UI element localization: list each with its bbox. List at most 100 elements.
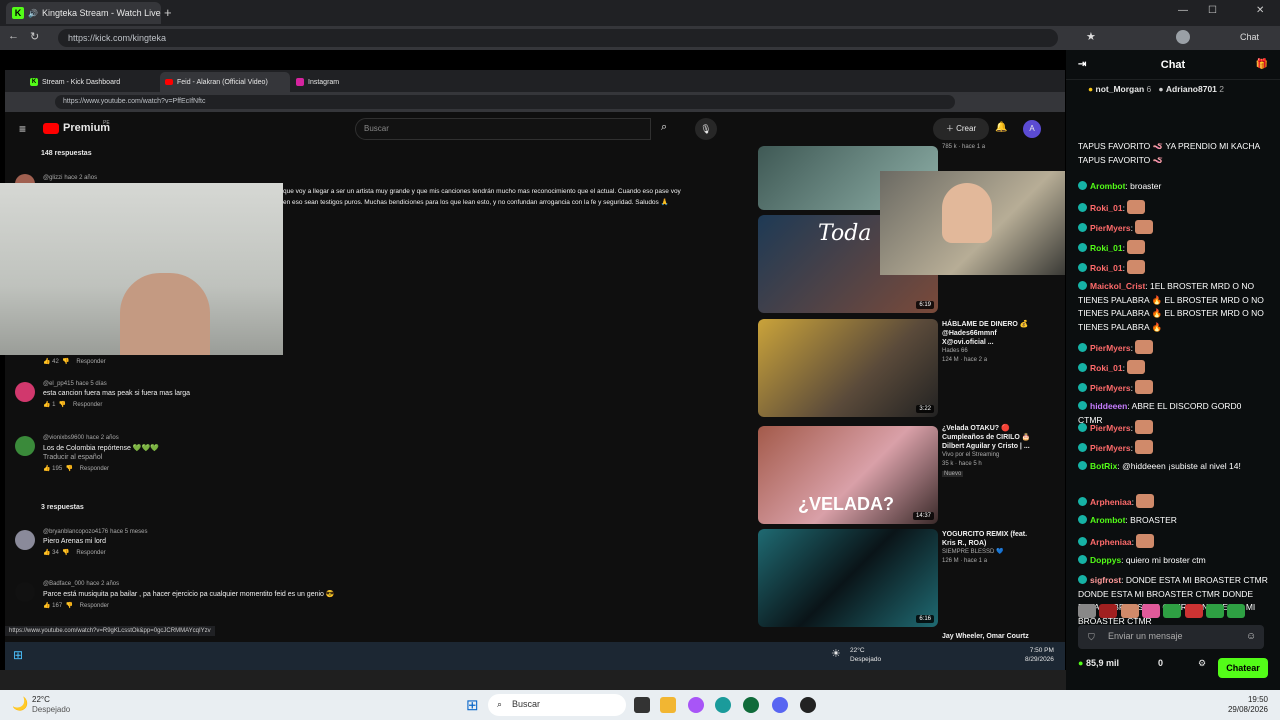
collapse-chat-icon[interactable]: ⇥ xyxy=(1078,50,1086,80)
minimize-button[interactable]: — xyxy=(1178,5,1188,16)
settings-icon[interactable]: ⚙ xyxy=(1198,658,1206,669)
new-tab-button[interactable]: + xyxy=(164,5,172,20)
profile-avatar[interactable] xyxy=(1176,30,1190,44)
app-icon[interactable] xyxy=(800,697,816,713)
emote-icon[interactable] xyxy=(1163,604,1182,618)
chat-username[interactable]: PierMyers xyxy=(1090,383,1131,393)
like-icon[interactable]: 👍 xyxy=(43,402,52,408)
back-icon[interactable]: ← xyxy=(8,30,19,42)
comment-author[interactable]: @vionixbs9600 xyxy=(43,435,84,441)
reply-button[interactable]: Responder xyxy=(80,603,109,609)
dislike-icon[interactable]: 👎 xyxy=(62,359,69,365)
chat-username[interactable]: PierMyers xyxy=(1090,343,1131,353)
inner-tab-instagram[interactable]: Instagram xyxy=(291,72,421,92)
video-title[interactable]: Jay Wheeler, Omar Courtz xyxy=(942,632,1042,641)
search-icon[interactable]: ⌕ xyxy=(661,121,667,134)
youtube-logo[interactable] xyxy=(43,123,59,134)
chat-username[interactable]: sigfrost xyxy=(1090,575,1121,585)
chat-input[interactable]: Enviar un mensaje xyxy=(1078,625,1264,649)
comment-author[interactable]: @Badface_000 xyxy=(43,581,84,587)
like-icon[interactable]: 👍 xyxy=(43,603,52,609)
reload-icon[interactable]: ↻ xyxy=(30,30,39,43)
emote-icon[interactable] xyxy=(1142,604,1161,618)
bell-icon[interactable]: 🔔 xyxy=(995,122,1007,133)
send-chat-button[interactable]: Chatear xyxy=(1218,658,1268,678)
discord-icon[interactable] xyxy=(772,697,788,713)
copilot-icon[interactable] xyxy=(688,697,704,713)
chat-username[interactable]: PierMyers xyxy=(1090,443,1131,453)
like-icon[interactable]: 👍 xyxy=(43,359,52,365)
video-title[interactable]: YOGURCITO REMIX (feat. Kris R., ROA) xyxy=(942,530,1042,548)
dislike-icon[interactable]: 👎 xyxy=(62,550,69,556)
emote-icon[interactable] xyxy=(1099,604,1118,618)
inner-tab-kick[interactable]: K Stream - Kick Dashboard xyxy=(25,72,155,92)
taskview-icon[interactable] xyxy=(634,697,650,713)
star-icon[interactable]: ★ xyxy=(1086,30,1096,43)
dislike-icon[interactable]: 👎 xyxy=(66,603,73,609)
like-icon[interactable]: 👍 xyxy=(43,550,52,556)
emote-icon[interactable] xyxy=(1120,604,1139,618)
chat-username[interactable]: Arombot xyxy=(1090,515,1125,525)
maximize-button[interactable]: ☐ xyxy=(1208,5,1217,16)
chat-username[interactable]: PierMyers xyxy=(1090,423,1131,433)
dislike-icon[interactable]: 👎 xyxy=(66,466,73,472)
replies-toggle[interactable]: 148 respuestas xyxy=(41,150,92,157)
translate-link[interactable]: Traducir al español xyxy=(43,454,743,461)
account-avatar[interactable]: A xyxy=(1023,120,1041,138)
video-channel[interactable]: SIEMPRE BLESSD 💙 xyxy=(942,548,1042,557)
chat-username[interactable]: Roki_01 xyxy=(1090,363,1123,373)
chat-username[interactable]: Arpheniaa xyxy=(1090,497,1132,507)
chat-username[interactable]: Maickol_Crist xyxy=(1090,281,1145,291)
menu-icon[interactable]: ≡ xyxy=(19,122,26,136)
emoji-icon[interactable]: ☺ xyxy=(1246,631,1256,642)
edge-icon[interactable] xyxy=(715,697,731,713)
comment-author[interactable]: @el_pp415 xyxy=(43,381,74,387)
chat-username[interactable]: Roki_01 xyxy=(1090,243,1123,253)
chat-username[interactable]: Roki_01 xyxy=(1090,203,1123,213)
video-thumbnail[interactable]: ¿VELADA? 14:37 xyxy=(758,426,938,524)
reply-button[interactable]: Responder xyxy=(76,359,105,365)
close-window-button[interactable]: ✕ xyxy=(1256,5,1264,16)
dislike-icon[interactable]: 👎 xyxy=(59,402,66,408)
emote-icon[interactable] xyxy=(1184,604,1203,618)
explorer-icon[interactable] xyxy=(660,697,676,713)
inner-tab-youtube[interactable]: Feid - Alakran (Official Video) xyxy=(160,72,290,92)
video-title[interactable]: HÁBLAME DE DINERO 💰 @Hades66mmnf X@ovi.o… xyxy=(942,320,1042,347)
reply-button[interactable]: Responder xyxy=(80,466,109,472)
replies-toggle[interactable]: 3 respuestas xyxy=(41,504,84,511)
chat-username[interactable]: Doppys xyxy=(1090,555,1121,565)
video-thumbnail[interactable]: 6:16 xyxy=(758,529,938,627)
chat-username[interactable]: Arpheniaa xyxy=(1090,537,1132,547)
reply-button[interactable]: Responder xyxy=(76,550,105,556)
reply-button[interactable]: Responder xyxy=(73,402,102,408)
video-channel[interactable]: Vivo por el Streaming xyxy=(942,451,1042,460)
chat-username[interactable]: Arombot xyxy=(1090,181,1125,191)
chat-username[interactable]: Roki_01 xyxy=(1090,263,1123,273)
video-thumbnail[interactable]: 3:22 xyxy=(758,319,938,417)
emote-icon[interactable] xyxy=(1206,604,1225,618)
app-icon[interactable] xyxy=(743,697,759,713)
youtube-search-input[interactable]: Buscar xyxy=(355,118,651,140)
create-button[interactable]: ＋ Crear xyxy=(933,118,989,140)
video-title[interactable]: ¿Velada OTAKU? 🔴 Cumpleaños de CIRILO 🎂 … xyxy=(942,424,1042,451)
comment-author[interactable]: @glizzi xyxy=(43,175,62,181)
windows-icon[interactable]: ⊞ xyxy=(13,648,23,662)
inner-url[interactable]: https://www.youtube.com/watch?v=PffEcIfN… xyxy=(55,95,955,109)
like-icon[interactable]: 👍 xyxy=(43,466,52,472)
browser-tab[interactable]: K 🔊 Kingteka Stream - Watch Live ✕ xyxy=(6,2,161,24)
gift-icon[interactable]: 🎁 xyxy=(1256,50,1268,80)
video-channel[interactable]: Hades 66 xyxy=(942,347,1042,356)
mic-icon[interactable]: 🎙 xyxy=(695,118,717,140)
taskbar-search[interactable]: Buscar xyxy=(488,694,626,716)
emote-icon[interactable] xyxy=(1227,604,1246,618)
comment-author[interactable]: @bryanblancopozo4176 xyxy=(43,529,108,535)
windows-start-icon[interactable]: ⊞ xyxy=(466,696,479,714)
chat-extension-label[interactable]: Chat xyxy=(1240,32,1259,42)
chat-username[interactable]: PierMyers xyxy=(1090,223,1131,233)
chat-username[interactable]: BotRix xyxy=(1090,461,1117,471)
chat-username[interactable]: hiddeeen xyxy=(1090,401,1127,411)
emote-icon[interactable] xyxy=(1078,604,1096,618)
gifter-name[interactable]: not_Morgan xyxy=(1096,84,1145,94)
gifter-name[interactable]: Adriano8701 xyxy=(1166,84,1217,94)
url-input[interactable]: https://kick.com/kingteka xyxy=(58,29,1058,47)
